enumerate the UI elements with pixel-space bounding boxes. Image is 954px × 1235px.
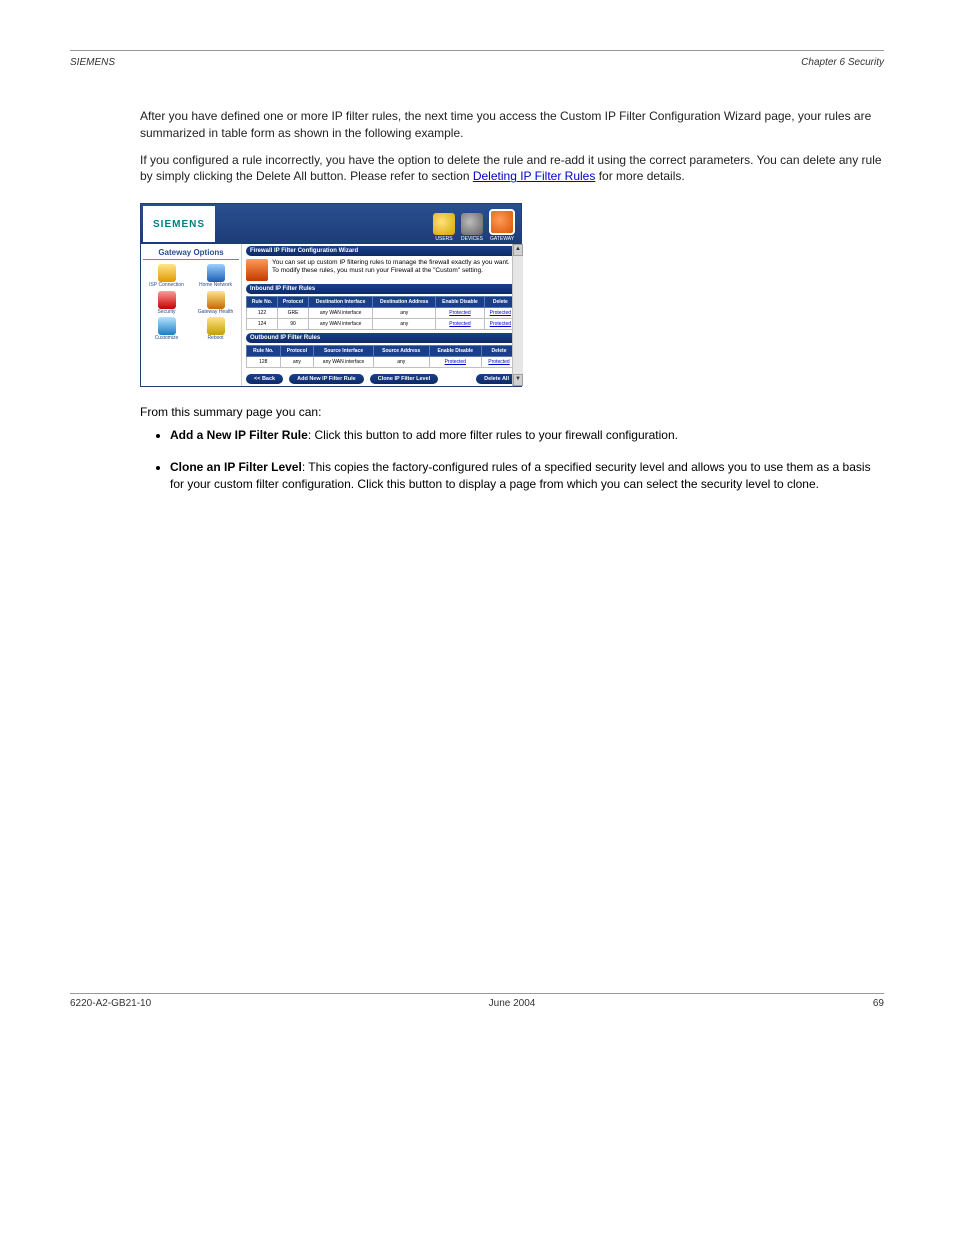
shield-icon <box>158 291 176 309</box>
sidebar-item-home[interactable]: Home Network <box>192 264 239 289</box>
sidebar-item-security[interactable]: Security <box>143 291 190 316</box>
sidebar-title: Gateway Options <box>143 248 239 260</box>
clone-level-button[interactable]: Clone IP Filter Level <box>370 374 438 384</box>
sidebar-item-customize[interactable]: Customize <box>143 317 190 342</box>
nav-devices[interactable]: DEVICES <box>461 213 483 242</box>
users-icon <box>433 213 455 235</box>
inbound-rules-bar: Inbound IP Filter Rules <box>246 284 517 294</box>
nav-users[interactable]: USERS <box>433 213 455 242</box>
home-icon <box>207 264 225 282</box>
main-panel: Firewall IP Filter Configuration Wizard … <box>242 244 521 386</box>
scroll-down-icon[interactable]: ▼ <box>513 374 523 386</box>
delete-all-button[interactable]: Delete All <box>476 374 517 384</box>
customize-icon <box>158 317 176 335</box>
from-this-text: From this summary page you can: <box>140 405 884 419</box>
add-rule-button[interactable]: Add New IP Filter Rule <box>289 374 364 384</box>
scroll-up-icon[interactable]: ▲ <box>513 244 523 256</box>
config-wizard-screenshot: SIEMENS USERS DEVICES GATEWAY Gateway Op… <box>140 203 522 387</box>
panel-title-bar: Firewall IP Filter Configuration Wizard <box>246 246 517 256</box>
footer-page-number: 69 <box>873 998 884 1009</box>
scrollbar[interactable]: ▲ ▼ <box>512 244 523 386</box>
list-item: Clone an IP Filter Level: This copies th… <box>170 459 884 494</box>
reboot-icon <box>207 317 225 335</box>
page-header: SIEMENS Chapter 6 Security <box>70 57 884 68</box>
panel-description: You can set up custom IP filtering rules… <box>272 259 517 281</box>
sidebar: Gateway Options ISP Connection Home Netw… <box>141 244 242 386</box>
wizard-icon <box>246 259 268 281</box>
page-footer: 6220-A2-GB21-10 June 2004 69 <box>70 994 884 1009</box>
footer-doc-id: 6220-A2-GB21-10 <box>70 998 151 1009</box>
back-button[interactable]: << Back <box>246 374 283 384</box>
gateway-icon <box>489 209 515 235</box>
nav-gateway[interactable]: GATEWAY <box>489 209 515 242</box>
table-row: 128 any any WAN interface any Protected … <box>247 357 517 368</box>
isp-icon <box>158 264 176 282</box>
sidebar-item-gwhealth[interactable]: Gateway Health <box>192 291 239 316</box>
outbound-rules-table: Rule No. Protocol Source Interface Sourc… <box>246 345 517 368</box>
header-left: SIEMENS <box>70 57 115 68</box>
table-row: 122 GRE any WAN interface any Protected … <box>247 308 517 319</box>
inbound-rules-table: Rule No. Protocol Destination Interface … <box>246 296 517 330</box>
devices-icon <box>461 213 483 235</box>
outbound-rules-bar: Outbound IP Filter Rules <box>246 333 517 343</box>
list-item: Add a New IP Filter Rule: Click this but… <box>170 427 884 444</box>
footer-date: June 2004 <box>489 998 536 1009</box>
siemens-logo: SIEMENS <box>143 206 215 242</box>
header-right: Chapter 6 Security <box>801 57 884 68</box>
deleting-rules-link[interactable]: Deleting IP Filter Rules <box>473 169 596 183</box>
sidebar-item-isp[interactable]: ISP Connection <box>143 264 190 289</box>
sidebar-item-reboot[interactable]: Reboot <box>192 317 239 342</box>
health-icon <box>207 291 225 309</box>
table-row: 124 90 any WAN interface any Protected P… <box>247 319 517 330</box>
choices-list: Add a New IP Filter Rule: Click this but… <box>170 427 884 493</box>
intro-paragraph-2: If you configured a rule incorrectly, yo… <box>140 152 884 186</box>
intro-paragraph-1: After you have defined one or more IP fi… <box>140 108 884 142</box>
